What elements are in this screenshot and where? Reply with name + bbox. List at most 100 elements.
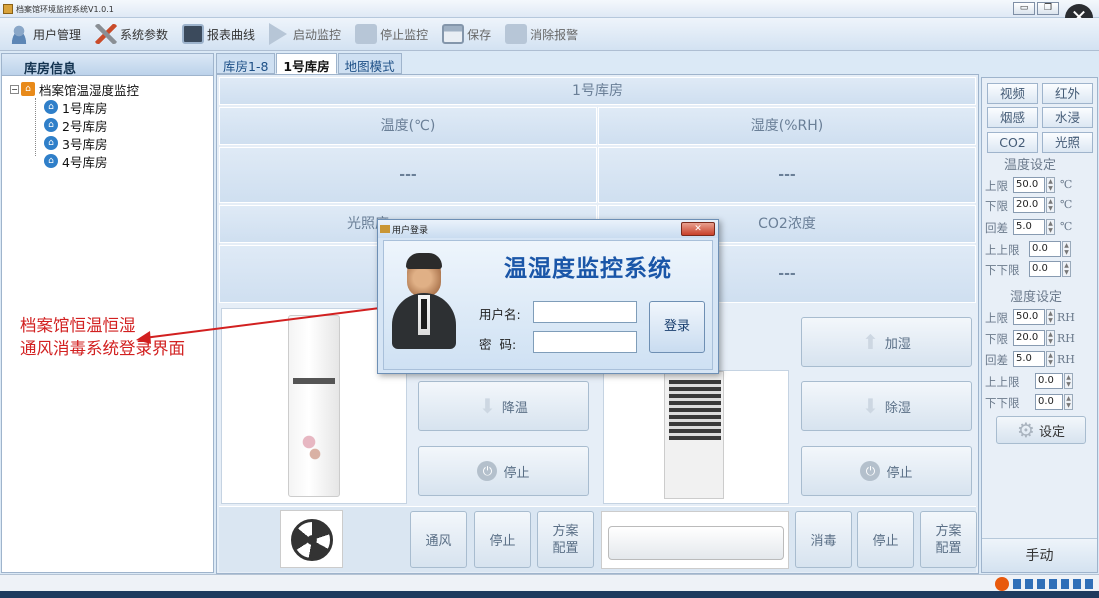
spinner-icon[interactable]: ▲ ▼ [1064, 394, 1073, 410]
dehumidify-label: 除湿 [884, 400, 911, 416]
spinner-icon[interactable]: ▲ ▼ [1046, 197, 1055, 213]
hum-set-title: 湿度设定 [1010, 290, 1063, 305]
spinner-icon[interactable]: ▲ ▼ [1062, 261, 1071, 277]
username-label: 用户名: [479, 307, 521, 322]
light-button[interactable]: 光照 [1042, 132, 1093, 153]
toolbar-label: 用户管理 [33, 27, 82, 42]
spinner-icon[interactable]: ▲ ▼ [1062, 241, 1071, 257]
hum-diff-label: 回差 [985, 353, 1008, 367]
down-arrow-icon: ⬇ [479, 394, 496, 418]
humidify-button[interactable]: ⬆ 加湿 [801, 317, 972, 367]
co2-button[interactable]: CO2 [987, 132, 1038, 153]
username-input[interactable] [533, 301, 637, 323]
temp-lower-input[interactable]: 20.0 [1013, 197, 1045, 213]
manual-mode-button[interactable]: 手动 [982, 538, 1097, 572]
title-bar: 档案馆环境监控系统V1.0.1 ▭ ❐ [0, 0, 1099, 18]
user-manage-button[interactable]: 用户管理 [8, 24, 81, 44]
disinfect-stop-button[interactable]: 停止 [857, 511, 914, 568]
tab-rooms-1-8[interactable]: 库房1-8 [216, 53, 276, 74]
report-chart-button[interactable]: 报表曲线 [182, 24, 255, 44]
power-icon: ⏻ [860, 461, 881, 481]
clear-alarm-button[interactable]: 消除报警 [505, 24, 578, 44]
spinner-icon[interactable]: ▲ ▼ [1064, 373, 1073, 389]
restore-button[interactable]: ❐ [1037, 2, 1059, 15]
tab-map-mode[interactable]: 地图模式 [337, 53, 402, 74]
ime-tray [995, 576, 1093, 591]
hum-upper-input[interactable]: 50.0 [1013, 309, 1045, 325]
save-button[interactable]: 保存 [442, 24, 491, 44]
temp-ll-input[interactable]: 0.0 [1029, 261, 1061, 277]
humidity-label: 湿度(%RH) [598, 107, 976, 145]
tray-icon [1013, 578, 1093, 589]
play-icon [269, 23, 288, 45]
cool-button[interactable]: ⬇ 降温 [418, 381, 589, 431]
vent-plan-button[interactable]: 方案 配置 [537, 511, 594, 568]
unit-rh: RH [1057, 311, 1075, 324]
set-button[interactable]: ⚙ 设定 [996, 416, 1086, 444]
temp-set-title: 温度设定 [1004, 158, 1057, 173]
unit-rh: RH [1057, 353, 1075, 366]
hum-ll-label: 下下限 [985, 396, 1020, 410]
hum-uu-input[interactable]: 0.0 [1035, 373, 1063, 389]
tree-item-room1[interactable]: ⌂ 1号库房 [2, 98, 213, 116]
vent-button[interactable]: 通风 [410, 511, 467, 568]
toolbar-label: 保存 [467, 27, 492, 42]
cool-label: 降温 [501, 400, 528, 416]
vent-stop-button[interactable]: 停止 [474, 511, 531, 568]
status-bar [0, 574, 1099, 591]
spinner-icon[interactable]: ▲ ▼ [1046, 351, 1055, 367]
system-params-button[interactable]: 系统参数 [95, 24, 168, 44]
close-icon[interactable]: ✕ [681, 222, 715, 236]
tree-item-label: 2号库房 [62, 118, 108, 134]
dialog-body: 温湿度监控系统 用户名: 密 码: 登录 [383, 240, 713, 370]
tree-item-room2[interactable]: ⌂ 2号库房 [2, 116, 213, 134]
temp-diff-input[interactable]: 5.0 [1013, 219, 1045, 235]
toolbar-label: 报表曲线 [207, 27, 256, 42]
infrared-button[interactable]: 红外 [1042, 83, 1093, 104]
spinner-icon[interactable]: ▲ ▼ [1046, 330, 1055, 346]
tree-item-room4[interactable]: ⌂ 4号库房 [2, 152, 213, 170]
humidity-stop-button[interactable]: ⏻ 停止 [801, 446, 972, 496]
app-icon [380, 225, 390, 233]
tab-room-1[interactable]: 1号库房 [276, 53, 337, 74]
tree-root[interactable]: − ⌂ 档案馆温湿度监控 [2, 80, 213, 98]
annotation-arrow [136, 307, 381, 344]
water-leak-button[interactable]: 水浸 [1042, 107, 1093, 128]
room-title: 1号库房 [219, 77, 976, 105]
fan-image [280, 510, 343, 568]
toolbar: 用户管理 系统参数 报表曲线 启动监控 停止监控 保存 消除报警 [0, 18, 1099, 51]
hum-lower-input[interactable]: 20.0 [1013, 330, 1045, 346]
tree-item-room3[interactable]: ⌂ 3号库房 [2, 134, 213, 152]
cool-stop-button[interactable]: ⏻ 停止 [418, 446, 589, 496]
sidebar-title: 库房信息 [2, 54, 213, 77]
minimize-button[interactable]: ▭ [1013, 2, 1035, 15]
smoke-button[interactable]: 烟感 [987, 107, 1038, 128]
temp-uu-label: 上上限 [985, 243, 1020, 257]
clear-alarm-icon [505, 24, 528, 44]
spinner-icon[interactable]: ▲ ▼ [1046, 309, 1055, 325]
power-icon: ⏻ [477, 461, 498, 481]
temp-uu-input[interactable]: 0.0 [1029, 241, 1061, 257]
collapse-icon[interactable]: − [10, 84, 19, 94]
video-button[interactable]: 视频 [987, 83, 1038, 104]
hum-uu-label: 上上限 [985, 375, 1020, 389]
stop-icon [355, 24, 378, 44]
temp-upper-input[interactable]: 50.0 [1013, 177, 1045, 193]
login-dialog: 用户登录 ✕ 温湿度监控系统 用户名: 密 码: 登录 [377, 219, 719, 374]
hum-diff-input[interactable]: 5.0 [1013, 351, 1045, 367]
stop-monitor-button[interactable]: 停止监控 [355, 24, 428, 44]
tree-item-label: 4号库房 [62, 154, 108, 170]
settings-panel: 视频 红外 烟感 水浸 CO2 光照 温度设定 上限 50.0 ▲ ▼ ℃ 下限 … [981, 77, 1098, 573]
start-monitor-button[interactable]: 启动监控 [269, 23, 341, 45]
humidify-label: 加湿 [884, 336, 911, 352]
dehumidify-button[interactable]: ⬇ 除湿 [801, 381, 972, 431]
stop-label: 停止 [503, 465, 530, 481]
password-input[interactable] [533, 331, 637, 353]
down-arrow-icon: ⬇ [862, 394, 879, 418]
disinfect-plan-button[interactable]: 方案 配置 [920, 511, 977, 568]
spinner-icon[interactable]: ▲ ▼ [1046, 219, 1055, 235]
spinner-icon[interactable]: ▲ ▼ [1046, 177, 1055, 193]
login-button[interactable]: 登录 [649, 301, 705, 353]
hum-ll-input[interactable]: 0.0 [1035, 394, 1063, 410]
disinfect-button[interactable]: 消毒 [795, 511, 852, 568]
